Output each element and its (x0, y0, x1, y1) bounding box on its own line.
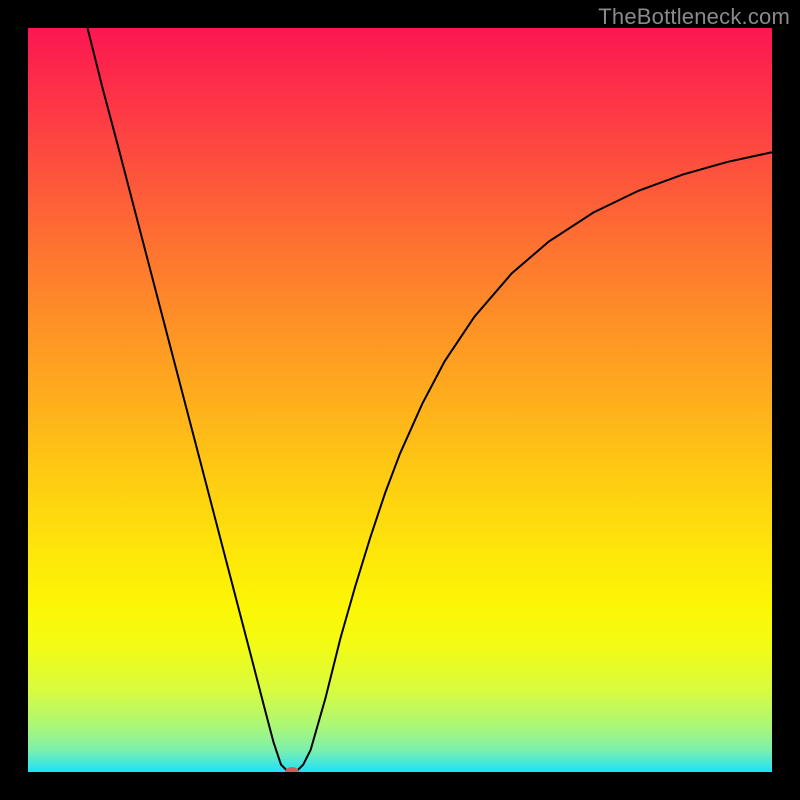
curve-path (88, 28, 772, 772)
chart-frame: TheBottleneck.com (0, 0, 800, 800)
bottleneck-curve (28, 28, 772, 772)
watermark-text: TheBottleneck.com (598, 4, 790, 30)
plot-area (28, 28, 772, 772)
